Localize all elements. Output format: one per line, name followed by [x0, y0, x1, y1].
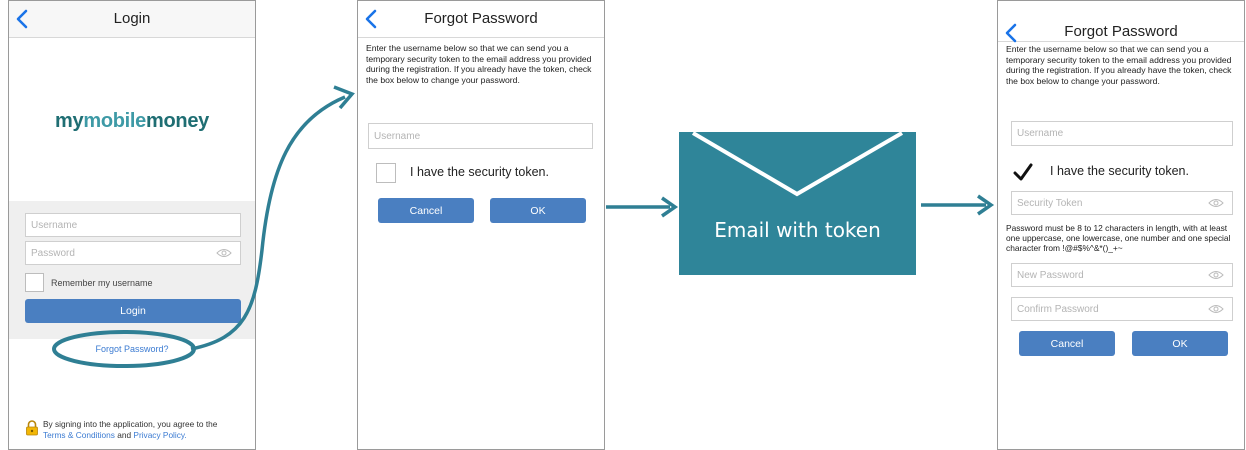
- arrowhead-1: [333, 85, 355, 110]
- email-label: Email with token: [714, 218, 881, 242]
- cancel-button[interactable]: Cancel: [1019, 331, 1115, 356]
- instructions-text: Enter the username below so that we can …: [1006, 44, 1232, 86]
- login-header: Login: [9, 1, 255, 38]
- username-input[interactable]: Username: [368, 123, 593, 149]
- page-title: Forgot Password: [424, 10, 538, 27]
- forgot-password-link[interactable]: Forgot Password?: [9, 344, 255, 354]
- new-password-input[interactable]: New Password: [1011, 263, 1233, 287]
- security-token-label: I have the security token.: [410, 165, 549, 179]
- arrowhead-2: [661, 196, 679, 218]
- eye-icon[interactable]: [1208, 270, 1224, 280]
- password-rule-text: Password must be 8 to 12 characters in l…: [1006, 223, 1231, 253]
- envelope-icon: [691, 132, 904, 197]
- page-title: Login: [113, 10, 151, 27]
- checkmark-icon[interactable]: [1012, 161, 1034, 183]
- security-token-input[interactable]: Security Token: [1011, 191, 1233, 215]
- confirm-password-input[interactable]: Confirm Password: [1011, 297, 1233, 321]
- ok-button[interactable]: OK: [490, 198, 586, 223]
- username-input[interactable]: Username: [1011, 121, 1233, 146]
- eye-icon[interactable]: [1208, 304, 1224, 314]
- forgot-password-screen: Forgot Password Enter the username below…: [357, 0, 605, 450]
- login-button[interactable]: Login: [25, 299, 241, 323]
- password-input[interactable]: Password: [25, 241, 241, 265]
- login-screen: Login mymobilemoney Username Password Re…: [8, 0, 256, 450]
- lock-icon: [26, 420, 38, 436]
- instructions-text: Enter the username below so that we can …: [366, 43, 592, 85]
- cancel-button[interactable]: Cancel: [378, 198, 474, 223]
- terms-link[interactable]: Terms & Conditions: [43, 430, 115, 440]
- eye-icon[interactable]: [216, 248, 232, 258]
- email-envelope: Email with token: [679, 132, 916, 275]
- username-input[interactable]: Username: [25, 213, 241, 237]
- remember-label: Remember my username: [51, 278, 153, 288]
- security-token-checkbox[interactable]: [376, 163, 396, 183]
- privacy-link[interactable]: Privacy Policy.: [133, 430, 186, 440]
- arrowhead-3: [977, 194, 995, 216]
- ok-button[interactable]: OK: [1132, 331, 1228, 356]
- forgot-header: Forgot Password: [358, 1, 604, 38]
- reset-header: Forgot Password: [998, 1, 1244, 43]
- eye-icon[interactable]: [1208, 198, 1224, 208]
- security-token-label: I have the security token.: [1050, 164, 1189, 178]
- logo: mymobilemoney: [55, 110, 209, 132]
- remember-checkbox[interactable]: [25, 273, 44, 292]
- reset-password-screen: Forgot Password Enter the username below…: [997, 0, 1245, 450]
- terms-footer: By signing into the application, you agr…: [43, 419, 218, 440]
